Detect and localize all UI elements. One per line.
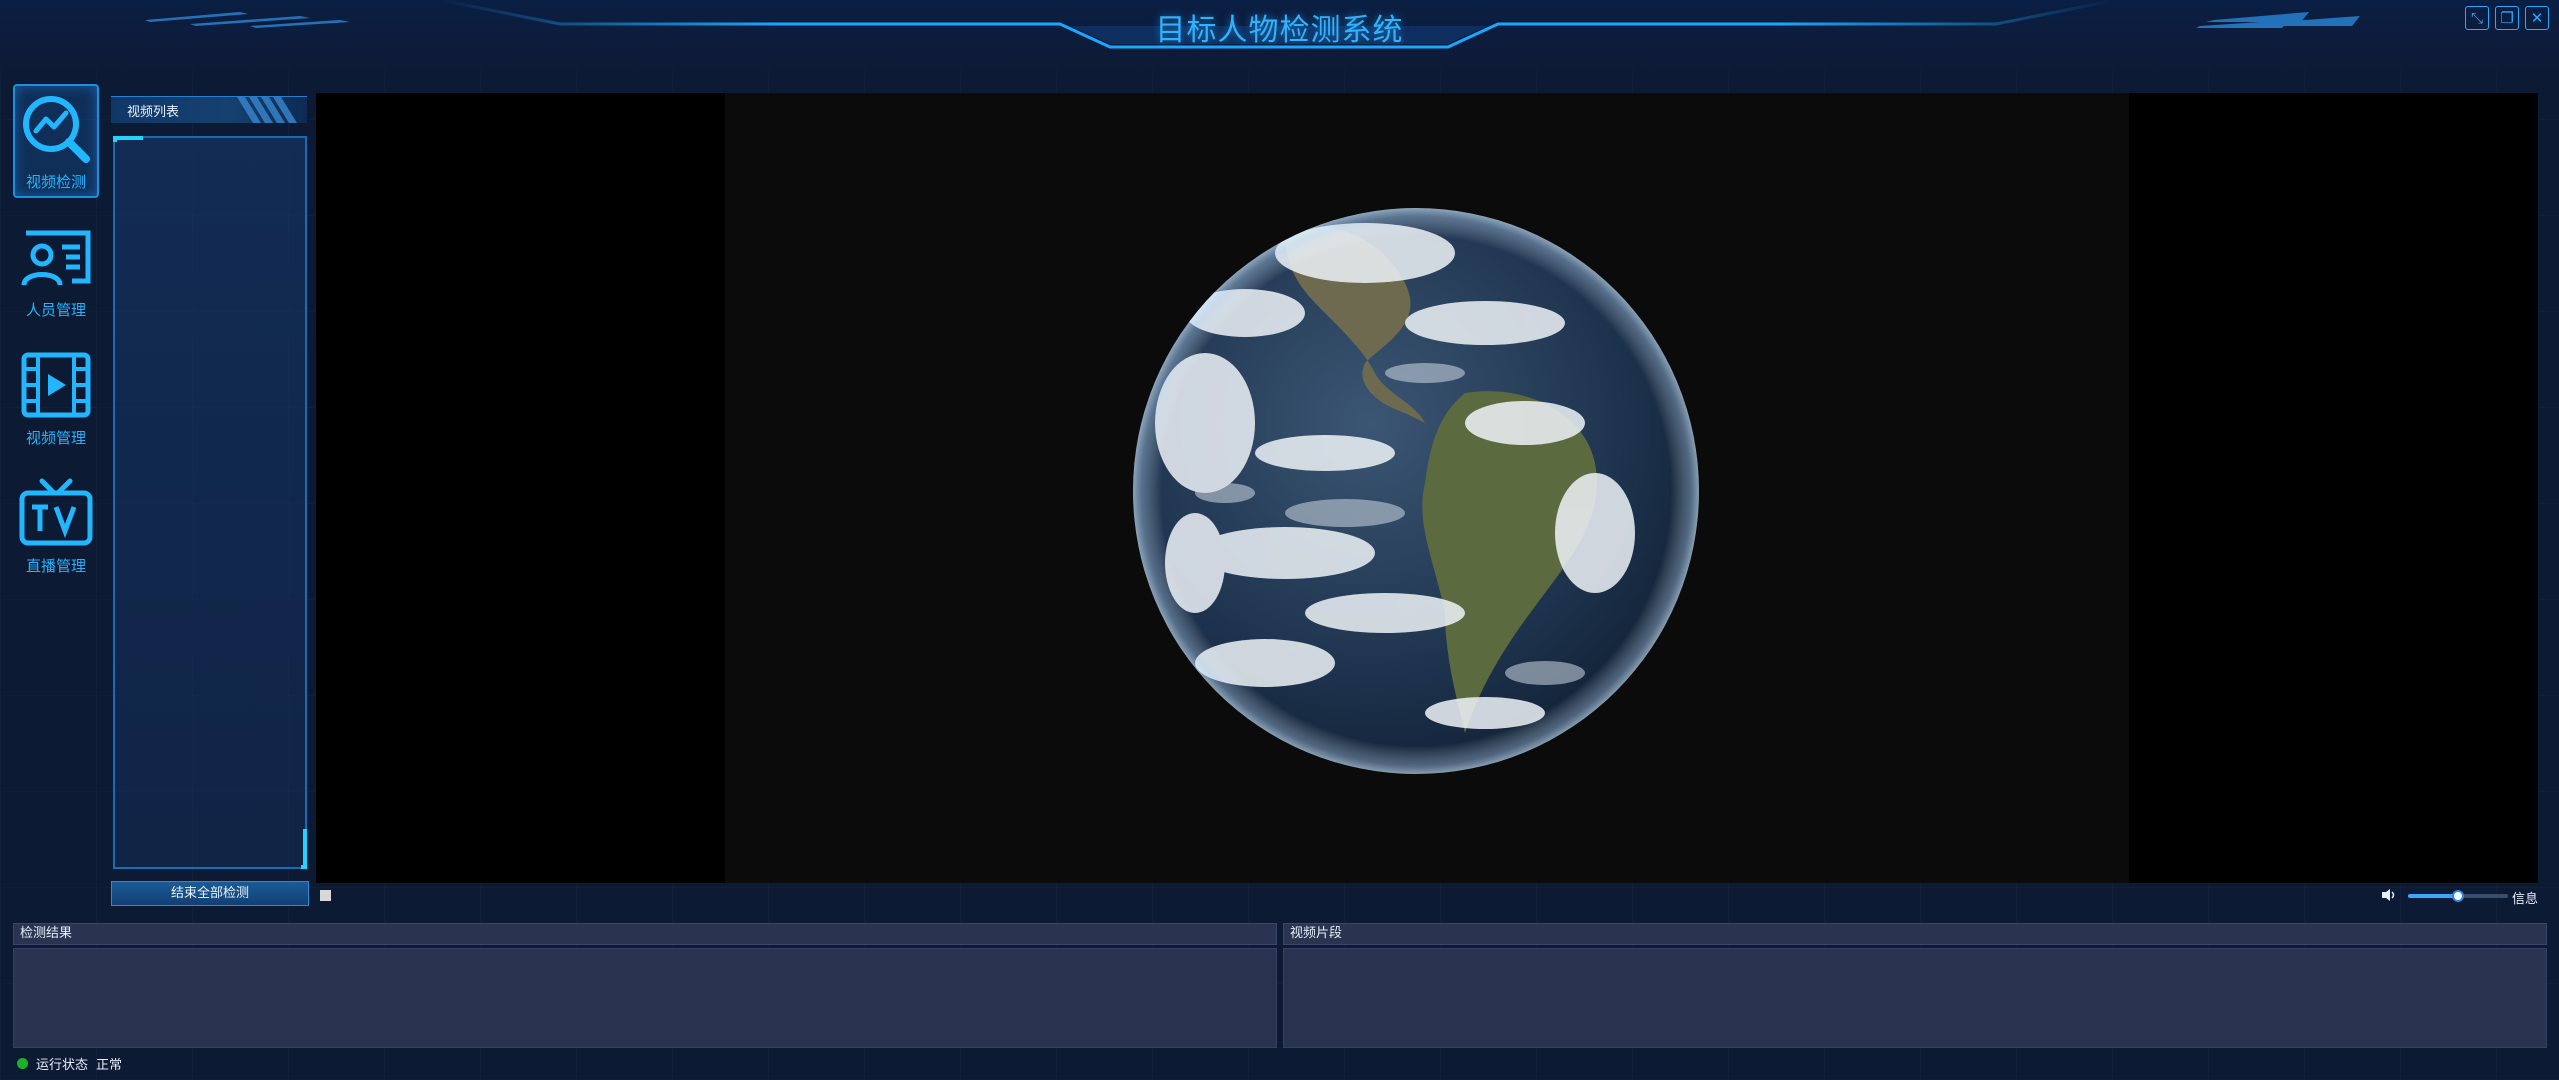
- volume-knob[interactable]: [2452, 890, 2464, 902]
- info-label[interactable]: 信息: [2512, 888, 2538, 907]
- corner-decoration: [301, 829, 307, 869]
- close-icon: ✕: [2530, 8, 2544, 27]
- earth-globe-image: [1133, 208, 1699, 774]
- end-all-detection-button[interactable]: 结束全部检测: [111, 881, 309, 906]
- nav-label: 视频检测: [25, 172, 86, 191]
- nav-label: 直播管理: [25, 556, 86, 575]
- status-label: 运行状态: [36, 1058, 89, 1073]
- restore-icon: ❐: [2500, 8, 2514, 27]
- app-title: 目标人物检测系统: [1155, 13, 1404, 48]
- minimize-button[interactable]: ⤡: [2465, 6, 2489, 30]
- nav-label: 人员管理: [25, 300, 86, 319]
- status-bar: 运行状态 正常: [17, 1054, 122, 1073]
- nav-item-video-detection[interactable]: 视频检测: [13, 84, 99, 198]
- film-play-icon: [21, 352, 91, 417]
- close-button[interactable]: ✕: [2525, 6, 2549, 30]
- stripe-decoration: [237, 97, 297, 123]
- nav-label: 视频管理: [25, 428, 86, 447]
- tv-icon: [19, 478, 93, 545]
- chart-search-icon: [23, 95, 90, 163]
- nav-item-video-management[interactable]: 视频管理: [13, 340, 99, 454]
- video-list-header: 视频列表: [111, 96, 307, 123]
- person-card-icon: [21, 230, 91, 286]
- video-clips-panel[interactable]: [1283, 948, 2547, 1048]
- status-indicator: [17, 1058, 28, 1069]
- detection-results-panel[interactable]: [13, 948, 1277, 1048]
- title-bar: 目标人物检测系统 ⤡ ❐ ✕: [0, 0, 2559, 90]
- sidebar-nav: 视频检测 人员管理 视频管理 直播管理: [13, 84, 99, 596]
- nav-item-live-management[interactable]: 直播管理: [13, 468, 99, 582]
- video-player[interactable]: [316, 93, 2538, 883]
- video-clips-header: 视频片段: [1283, 923, 2547, 945]
- stop-button[interactable]: [320, 890, 331, 901]
- corner-decoration: [113, 136, 143, 142]
- detection-results-header: 检测结果: [13, 923, 1277, 945]
- status-value: 正常: [96, 1058, 123, 1073]
- video-list-title: 视频列表: [127, 105, 180, 120]
- video-frame: [725, 93, 2129, 883]
- minimize-icon: ⤡: [2470, 8, 2483, 27]
- volume-icon[interactable]: [2381, 888, 2397, 902]
- video-list[interactable]: [113, 136, 307, 869]
- volume-fill: [2408, 894, 2458, 898]
- window-controls: ⤡ ❐ ✕: [2465, 6, 2549, 30]
- volume-slider[interactable]: [2408, 890, 2508, 902]
- restore-button[interactable]: ❐: [2495, 6, 2519, 30]
- nav-item-personnel-management[interactable]: 人员管理: [13, 212, 99, 326]
